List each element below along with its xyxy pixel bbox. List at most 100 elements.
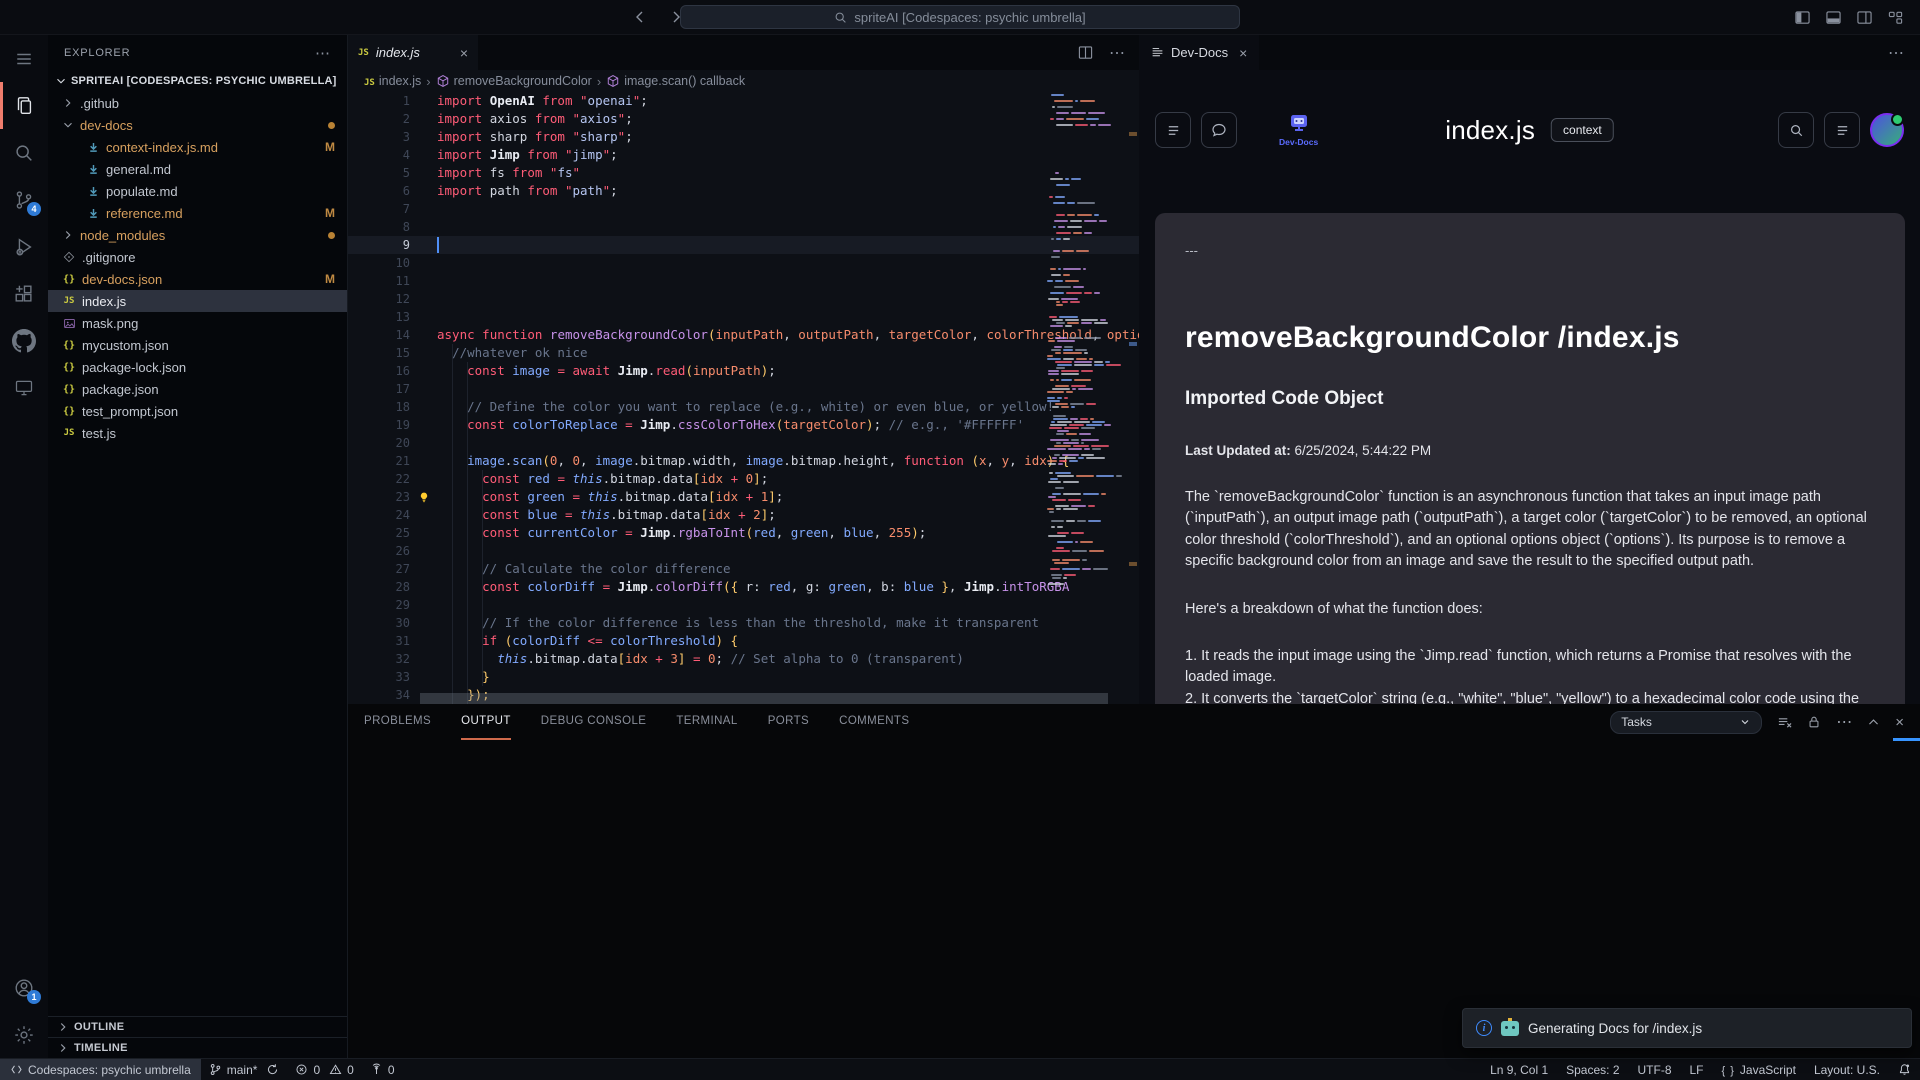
panel-tab-output[interactable]: OUTPUT <box>461 704 511 740</box>
panel-tab-terminal[interactable]: TERMINAL <box>676 704 737 740</box>
explorer-icon[interactable] <box>0 82 48 129</box>
panel-more-actions-icon[interactable]: ⋯ <box>1836 712 1852 732</box>
code-line[interactable]: 23 const green = this.bitmap.data[idx + … <box>348 488 1139 506</box>
tree-item-context-index-js-md[interactable]: context-index.js.mdM <box>48 136 347 158</box>
close-panel-icon[interactable]: × <box>1895 714 1904 731</box>
breadcrumb-item[interactable]: JSindex.js <box>364 74 421 88</box>
status-cursor-position[interactable]: Ln 9, Col 1 <box>1481 1059 1557 1080</box>
code-line[interactable]: 11 <box>348 272 1139 290</box>
lightbulb-icon[interactable] <box>410 488 437 506</box>
code-line[interactable]: 4import Jimp from "jimp"; <box>348 146 1139 164</box>
code-line[interactable]: 28 const colorDiff = Jimp.colorDiff({ r:… <box>348 578 1139 596</box>
tree-item-populate-md[interactable]: populate.md <box>48 180 347 202</box>
section-outline[interactable]: OUTLINE <box>48 1016 347 1037</box>
code-line[interactable]: 17 <box>348 380 1139 398</box>
code-line[interactable]: 10 <box>348 254 1139 272</box>
code-line[interactable]: 8 <box>348 218 1139 236</box>
account-icon[interactable]: 1 <box>0 964 48 1011</box>
tree-item--gitignore[interactable]: .gitignore <box>48 246 347 268</box>
status-layout[interactable]: Layout: U.S. <box>1805 1059 1889 1080</box>
tree-item-dev-docs-json[interactable]: {}dev-docs.jsonM <box>48 268 347 290</box>
panel-tab-problems[interactable]: PROBLEMS <box>364 704 431 740</box>
devdocs-search-button[interactable] <box>1778 112 1814 148</box>
tree-item-package-json[interactable]: {}package.json <box>48 378 347 400</box>
code-line[interactable]: 27 // Calculate the color difference <box>348 560 1139 578</box>
tree-item-mycustom-json[interactable]: {}mycustom.json <box>48 334 347 356</box>
clear-output-icon[interactable] <box>1777 715 1792 730</box>
code-line[interactable]: 32 this.bitmap.data[idx + 3] = 0; // Set… <box>348 650 1139 668</box>
source-control-icon[interactable]: 4 <box>0 176 48 223</box>
tree-item-dev-docs[interactable]: dev-docs <box>48 114 347 136</box>
breadcrumb-item[interactable]: removeBackgroundColor <box>436 74 592 88</box>
tree-item-test-prompt-json[interactable]: {}test_prompt.json <box>48 400 347 422</box>
code-line[interactable]: 5import fs from "fs" <box>348 164 1139 182</box>
tree-item-test-js[interactable]: JStest.js <box>48 422 347 444</box>
code-line[interactable]: 33 } <box>348 668 1139 686</box>
tree-item--github[interactable]: .github <box>48 92 347 114</box>
code-line[interactable]: 30 // If the color difference is less th… <box>348 614 1139 632</box>
code-line[interactable]: 9 <box>348 236 1139 254</box>
code-line[interactable]: 12 <box>348 290 1139 308</box>
status-encoding[interactable]: UTF-8 <box>1629 1059 1681 1080</box>
status-language[interactable]: { }JavaScript <box>1713 1059 1805 1080</box>
tree-item-mask-png[interactable]: mask.png <box>48 312 347 334</box>
status-branch[interactable]: main* <box>201 1059 288 1080</box>
code-line[interactable]: 29 <box>348 596 1139 614</box>
status-ports[interactable]: 0 <box>362 1059 403 1080</box>
user-avatar[interactable] <box>1870 113 1904 147</box>
code-line[interactable]: 7 <box>348 200 1139 218</box>
horizontal-scrollbar[interactable] <box>420 693 1108 704</box>
code-line[interactable]: 25 const currentColor = Jimp.rgbaToInt(r… <box>348 524 1139 542</box>
editor-more-actions-icon[interactable]: ⋯ <box>1109 43 1125 63</box>
close-devdocs-icon[interactable]: × <box>1239 45 1247 61</box>
explorer-actions-icon[interactable]: ⋯ <box>315 44 331 62</box>
code-line[interactable]: 1import OpenAI from "openai"; <box>348 92 1139 110</box>
panel-tab-comments[interactable]: COMMENTS <box>839 704 909 740</box>
panel-tab-ports[interactable]: PORTS <box>768 704 809 740</box>
code-line[interactable]: 20 <box>348 434 1139 452</box>
tree-item-general-md[interactable]: general.md <box>48 158 347 180</box>
status-problems[interactable]: 00 <box>287 1059 361 1080</box>
tab-index-js[interactable]: JS index.js × <box>348 35 478 70</box>
devdocs-logo[interactable]: Dev-Docs <box>1279 114 1318 147</box>
code-line[interactable]: 16 const image = await Jimp.read(inputPa… <box>348 362 1139 380</box>
github-icon[interactable] <box>0 317 48 364</box>
breadcrumb-item[interactable]: image.scan() callback <box>606 74 745 88</box>
code-line[interactable]: 15 //whatever ok nice <box>348 344 1139 362</box>
lock-scroll-icon[interactable] <box>1807 715 1821 729</box>
code-line[interactable]: 2import axios from "axios"; <box>348 110 1139 128</box>
devdocs-menu-button[interactable] <box>1155 112 1191 148</box>
back-icon[interactable] <box>632 9 648 25</box>
tree-item-package-lock-json[interactable]: {}package-lock.json <box>48 356 347 378</box>
code-line[interactable]: 31 if (colorDiff <= colorThreshold) { <box>348 632 1139 650</box>
command-center-search[interactable]: spriteAI [Codespaces: psychic umbrella] <box>680 5 1240 29</box>
search-view-icon[interactable] <box>0 129 48 176</box>
tree-item-index-js[interactable]: JSindex.js <box>48 290 347 312</box>
extensions-icon[interactable] <box>0 270 48 317</box>
tree-root[interactable]: SPRITEAI [CODESPACES: PSYCHIC UMBRELLA] <box>48 70 347 92</box>
forward-icon[interactable] <box>668 9 684 25</box>
split-editor-icon[interactable] <box>1078 45 1093 60</box>
remote-explorer-icon[interactable] <box>0 364 48 411</box>
toggle-sidebar-icon[interactable] <box>1794 10 1811 25</box>
code-line[interactable]: 19 const colorToReplace = Jimp.cssColorT… <box>348 416 1139 434</box>
status-remote[interactable]: Codespaces: psychic umbrella <box>0 1059 201 1080</box>
code-line[interactable]: 6import path from "path"; <box>348 182 1139 200</box>
code-line[interactable]: 13 <box>348 308 1139 326</box>
status-eol[interactable]: LF <box>1681 1059 1713 1080</box>
code-line[interactable]: 18 // Define the color you want to repla… <box>348 398 1139 416</box>
customize-layout-icon[interactable] <box>1887 10 1904 25</box>
toggle-secondary-sidebar-icon[interactable] <box>1856 10 1873 25</box>
code-editor[interactable]: 1import OpenAI from "openai";2import axi… <box>348 92 1139 704</box>
code-line[interactable]: 21 image.scan(0, 0, image.bitmap.width, … <box>348 452 1139 470</box>
status-notifications-bell[interactable] <box>1889 1059 1920 1080</box>
settings-gear-icon[interactable] <box>0 1011 48 1058</box>
code-line[interactable]: 24 const blue = this.bitmap.data[idx + 2… <box>348 506 1139 524</box>
toggle-panel-icon[interactable] <box>1825 10 1842 25</box>
code-line[interactable]: 14async function removeBackgroundColor(i… <box>348 326 1139 344</box>
minimap[interactable] <box>1047 94 1123 588</box>
notification-toast[interactable]: i Generating Docs for /index.js <box>1462 1008 1912 1048</box>
maximize-panel-icon[interactable] <box>1867 716 1880 729</box>
code-line[interactable]: 26 <box>348 542 1139 560</box>
menu-icon[interactable] <box>0 35 48 82</box>
